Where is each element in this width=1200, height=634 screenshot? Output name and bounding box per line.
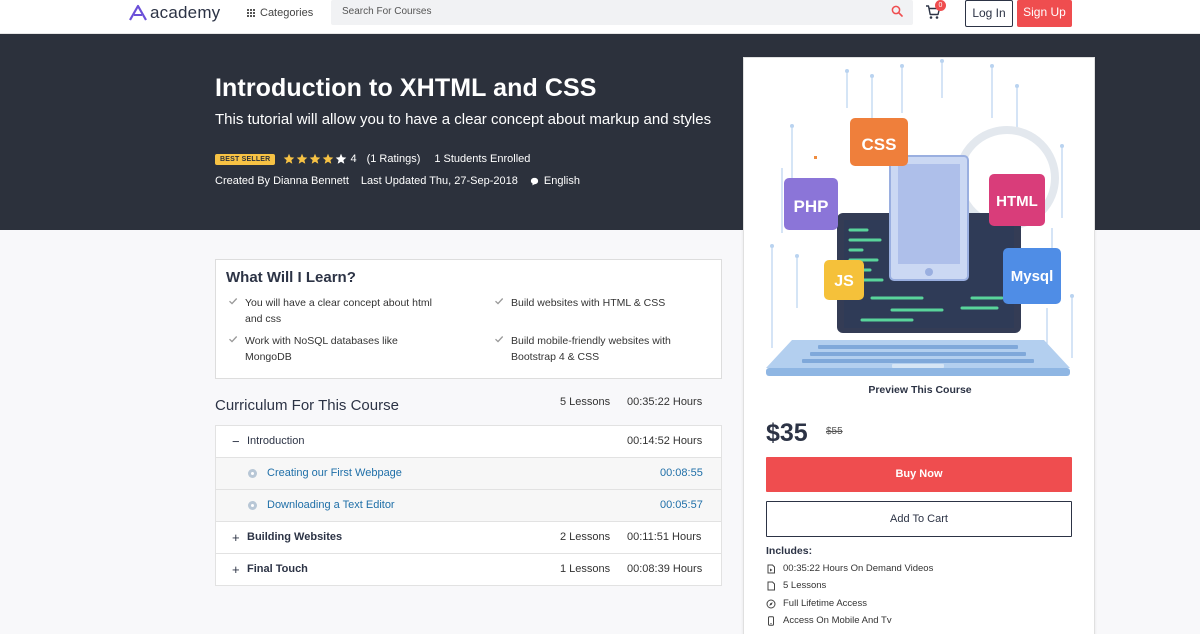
- ratings-count: (1 Ratings): [366, 153, 421, 165]
- star-icon: [310, 153, 321, 164]
- add-to-cart-button[interactable]: Add To Cart: [766, 501, 1072, 537]
- section-label: Final Touch: [247, 563, 308, 575]
- php-tag: PHP: [794, 197, 829, 216]
- collapse-icon[interactable]: −: [232, 435, 240, 448]
- lesson-link[interactable]: Creating our First Webpage: [267, 467, 402, 479]
- check-icon: [495, 336, 504, 343]
- course-language: English: [543, 175, 580, 187]
- includes-item: Full Lifetime Access: [766, 598, 867, 609]
- buy-now-button[interactable]: Buy Now: [766, 457, 1072, 492]
- search-icon[interactable]: [891, 5, 903, 17]
- login-button[interactable]: Log In: [965, 0, 1013, 27]
- includes-title: Includes:: [766, 545, 813, 557]
- lesson-row[interactable]: Downloading a Text Editor 00:05:57: [215, 489, 722, 522]
- html-tag: HTML: [996, 193, 1038, 210]
- expand-icon[interactable]: +: [232, 531, 240, 544]
- compass-icon: [766, 599, 776, 608]
- learn-item: Build mobile-friendly websites with Boot…: [494, 333, 699, 365]
- lesson-duration: 00:05:57: [660, 499, 703, 511]
- learn-item-text: Work with NoSQL databases like MongoDB: [245, 335, 398, 363]
- course-meta-row: Created By Dianna Bennett Last Updated T…: [215, 175, 580, 187]
- students-enrolled: 1 Students Enrolled: [434, 153, 531, 165]
- curriculum-title: Curriculum For This Course: [215, 397, 399, 414]
- categories-label: Categories: [260, 7, 314, 19]
- site-logo[interactable]: academy: [128, 3, 220, 23]
- includes-text: Access On Mobile And Tv: [783, 615, 892, 626]
- star-icon: [284, 153, 295, 164]
- section-duration: 00:08:39 Hours: [627, 563, 703, 575]
- search-placeholder: Search For Courses: [342, 6, 432, 17]
- curriculum-section-building-websites[interactable]: + Building Websites 2 Lessons 00:11:51 H…: [215, 521, 722, 554]
- star-icon: [323, 153, 334, 164]
- course-subtitle: This tutorial will allow you to have a c…: [215, 111, 712, 128]
- learn-title: What Will I Learn?: [226, 269, 356, 286]
- cart-count-badge: 0: [935, 0, 946, 11]
- search-input[interactable]: Search For Courses: [331, 0, 913, 25]
- file-icon: [767, 581, 775, 590]
- learn-item-text: Build websites with HTML & CSS: [511, 297, 666, 309]
- lesson-row[interactable]: Creating our First Webpage 00:08:55: [215, 457, 722, 490]
- js-tag: JS: [834, 273, 854, 290]
- course-title: Introduction to XHTML and CSS: [215, 74, 597, 102]
- section-duration: 00:11:51 Hours: [627, 531, 702, 543]
- curriculum-total-lessons: 5 Lessons: [560, 396, 611, 408]
- learn-item: Work with NoSQL databases like MongoDB: [228, 333, 433, 365]
- check-icon: [229, 298, 238, 305]
- section-label: Building Websites: [247, 531, 343, 543]
- check-icon: [495, 298, 504, 305]
- original-price: $55: [826, 426, 843, 437]
- last-updated: Last Updated Thu, 27-Sep-2018: [360, 175, 518, 187]
- curriculum-section-final-touch[interactable]: + Final Touch 1 Lessons 00:08:39 Hours: [215, 553, 722, 586]
- course-rating-row: BEST SELLER 4 (1 Ratings) 1 Students Enr…: [215, 153, 530, 165]
- course-preview-illustration[interactable]: CSS PHP HTML JS Mysql: [752, 58, 1086, 398]
- comment-icon: [530, 177, 538, 185]
- video-file-icon: [767, 564, 775, 573]
- includes-text: 5 Lessons: [783, 580, 827, 591]
- section-label: Introduction: [247, 435, 305, 447]
- includes-item: Access On Mobile And Tv: [766, 615, 892, 626]
- section-duration: 00:14:52 Hours: [627, 435, 703, 447]
- expand-icon[interactable]: +: [232, 563, 240, 576]
- course-author: Created By Dianna Bennett: [215, 175, 349, 187]
- css-tag: CSS: [862, 135, 897, 154]
- lesson-duration: 00:08:55: [660, 467, 703, 479]
- learn-item-text: You will have a clear concept about html…: [245, 297, 432, 325]
- curriculum-list: − Introduction 00:14:52 Hours Creating o…: [215, 425, 722, 586]
- learn-item: You will have a clear concept about html…: [228, 295, 433, 327]
- section-lesson-count: 2 Lessons: [560, 531, 611, 543]
- star-icon: [336, 153, 347, 164]
- mobile-icon: [768, 615, 774, 626]
- rating-value: 4: [350, 153, 357, 165]
- signup-button[interactable]: Sign Up: [1017, 0, 1072, 27]
- includes-item: 5 Lessons: [766, 580, 826, 591]
- star-icon: [297, 153, 308, 164]
- includes-text: Full Lifetime Access: [783, 598, 867, 609]
- grid-icon: [247, 8, 256, 18]
- learning-outcomes-box: What Will I Learn? You will have a clear…: [215, 259, 722, 379]
- categories-menu[interactable]: Categories: [247, 7, 313, 19]
- lesson-link[interactable]: Downloading a Text Editor: [267, 499, 395, 511]
- learn-item-text: Build mobile-friendly websites with Boot…: [511, 335, 671, 363]
- rating-stars: [283, 153, 347, 165]
- includes-item: 00:35:22 Hours On Demand Videos: [766, 563, 933, 574]
- course-purchase-card: CSS PHP HTML JS Mysql Preview This Cours…: [743, 57, 1095, 634]
- lesson-bullet-icon: [248, 501, 257, 510]
- preview-course-link[interactable]: Preview This Course: [744, 384, 1096, 396]
- logo-text: academy: [150, 3, 221, 22]
- best-seller-badge: BEST SELLER: [215, 153, 276, 165]
- curriculum-section-introduction[interactable]: − Introduction 00:14:52 Hours: [215, 425, 722, 458]
- learn-item: Build websites with HTML & CSS: [494, 295, 699, 311]
- includes-text: 00:35:22 Hours On Demand Videos: [783, 563, 934, 574]
- academy-logo-icon: [129, 4, 147, 21]
- current-price: $35: [766, 419, 808, 447]
- section-lesson-count: 1 Lessons: [560, 563, 611, 575]
- check-icon: [229, 336, 238, 343]
- mysql-tag: Mysql: [1011, 268, 1054, 285]
- curriculum-total-time: 00:35:22 Hours: [627, 396, 703, 408]
- lesson-bullet-icon: [248, 469, 257, 478]
- top-navbar: academy Categories Search For Courses 0 …: [0, 0, 1200, 34]
